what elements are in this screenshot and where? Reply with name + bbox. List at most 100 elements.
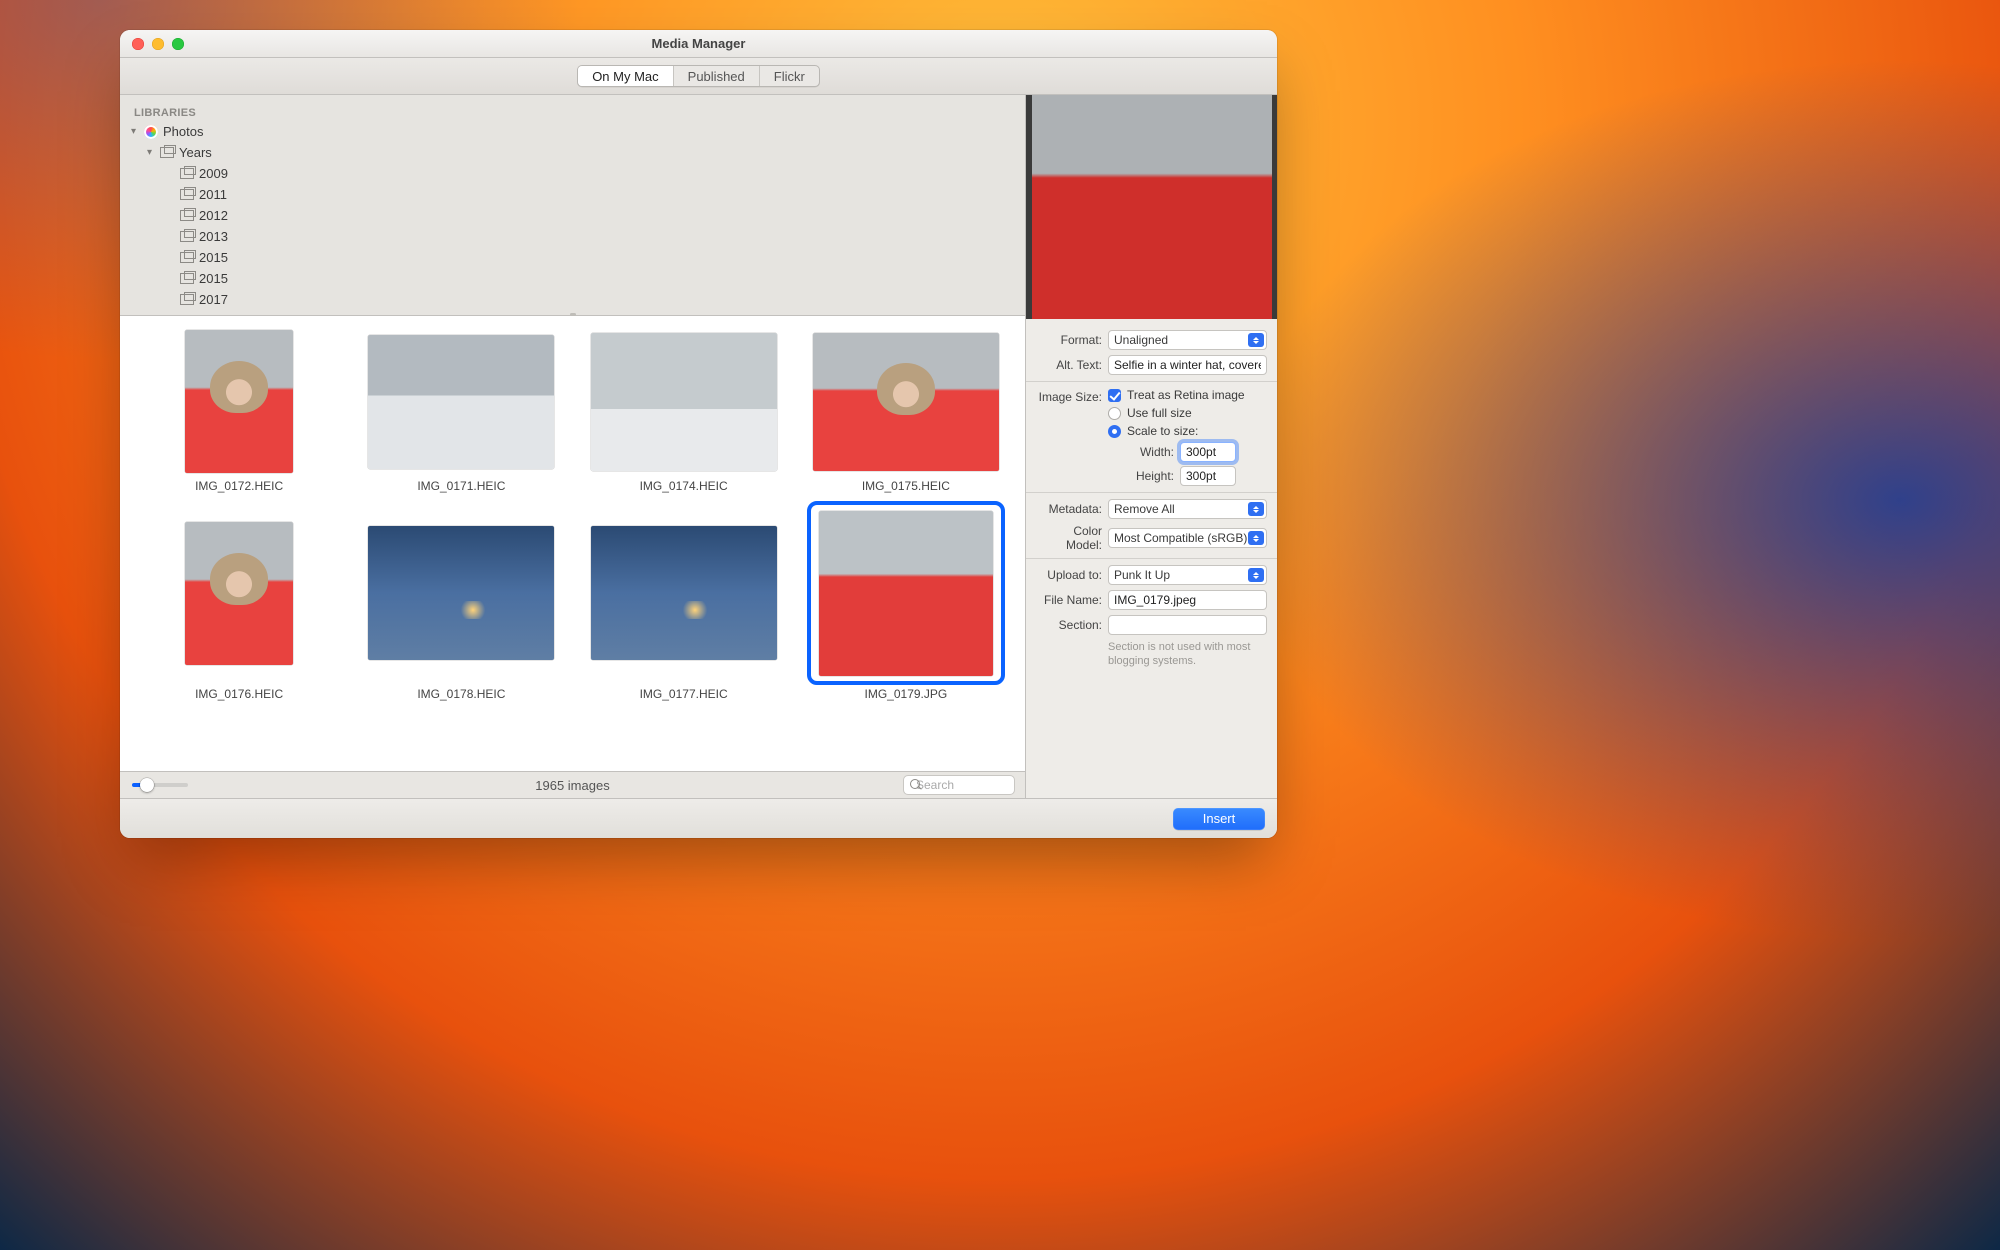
thumbnail-image: [819, 511, 993, 676]
tree-row-year[interactable]: 2012: [120, 205, 1025, 226]
thumbnail-cell[interactable]: IMG_0174.HEIC: [577, 330, 791, 493]
filename-field[interactable]: [1108, 590, 1267, 610]
zoom-slider[interactable]: [132, 783, 188, 787]
tab-flickr[interactable]: Flickr: [759, 66, 819, 86]
thumbnail-cell[interactable]: IMG_0172.HEIC: [132, 330, 346, 493]
thumbnail-cell[interactable]: IMG_0176.HEIC: [132, 505, 346, 701]
tree-row-year[interactable]: 2015: [120, 247, 1025, 268]
slider-knob[interactable]: [140, 778, 154, 792]
format-value: Unaligned: [1114, 333, 1168, 347]
format-select[interactable]: Unaligned: [1108, 330, 1267, 350]
full-size-label: Use full size: [1127, 406, 1192, 420]
thumbnail[interactable]: [589, 330, 779, 473]
thumbnail-image: [185, 522, 293, 665]
upload-to-select[interactable]: Punk It Up: [1108, 565, 1267, 585]
scale-label: Scale to size:: [1127, 424, 1198, 438]
tree-row-years[interactable]: ▾ Years: [120, 142, 1025, 163]
height-field[interactable]: [1180, 466, 1236, 486]
tree-label: 2015: [199, 271, 228, 286]
thumbnail-filename: IMG_0177.HEIC: [640, 687, 728, 701]
stack-icon: [179, 229, 195, 245]
thumbnail-filename: IMG_0171.HEIC: [417, 479, 505, 493]
search-field[interactable]: [903, 775, 1015, 795]
scale-radio[interactable]: [1108, 425, 1121, 438]
thumbnail-filename: IMG_0174.HEIC: [640, 479, 728, 493]
library-pane: LIBRARIES ▾ Photos ▾ Years 2009201120122…: [120, 95, 1025, 316]
tree-row-year[interactable]: 2017: [120, 289, 1025, 310]
thumbnail[interactable]: [811, 505, 1001, 681]
tree-row-year[interactable]: 2015: [120, 268, 1025, 289]
tab-on-my-mac[interactable]: On My Mac: [578, 66, 672, 86]
thumbnail-cell[interactable]: IMG_0177.HEIC: [577, 505, 791, 701]
filename-label: File Name:: [1036, 593, 1102, 607]
tab-published[interactable]: Published: [673, 66, 759, 86]
thumbnail[interactable]: [144, 330, 334, 473]
retina-checkbox-row[interactable]: Treat as Retina image: [1108, 388, 1267, 402]
width-label: Width:: [1126, 445, 1174, 459]
minimize-icon[interactable]: [152, 38, 164, 50]
search-input[interactable]: [914, 777, 1073, 793]
section-field[interactable]: [1108, 615, 1267, 635]
alt-text-field[interactable]: [1108, 355, 1267, 375]
full-size-radio[interactable]: [1108, 407, 1121, 420]
photos-app-icon: [143, 124, 159, 140]
thumbnail-filename: IMG_0172.HEIC: [195, 479, 283, 493]
inspector: Format: Unaligned Alt. Text:: [1025, 95, 1277, 798]
thumbnail[interactable]: [366, 330, 556, 473]
thumbnail-filename: IMG_0176.HEIC: [195, 687, 283, 701]
tree-label: Photos: [163, 124, 203, 139]
window: Media Manager On My MacPublishedFlickr L…: [120, 30, 1277, 838]
tree-label: 2015: [199, 250, 228, 265]
thumbnail[interactable]: [589, 505, 779, 681]
thumbnail-image: [591, 333, 777, 471]
status-count: 1965 images: [120, 778, 1025, 793]
thumbnail-cell[interactable]: IMG_0171.HEIC: [354, 330, 568, 493]
insert-button[interactable]: Insert: [1173, 808, 1265, 830]
color-model-select[interactable]: Most Compatible (sRGB): [1108, 528, 1267, 548]
stack-icon: [179, 271, 195, 287]
content: LIBRARIES ▾ Photos ▾ Years 2009201120122…: [120, 95, 1277, 798]
color-model-label: Color Model:: [1036, 524, 1102, 552]
thumbnail-scroll[interactable]: IMG_0172.HEIC IMG_0171.HEIC IMG_0174.HEIC I…: [120, 316, 1025, 771]
zoom-icon[interactable]: [172, 38, 184, 50]
toolbar: On My MacPublishedFlickr: [120, 58, 1277, 95]
thumbnail-image: [368, 526, 554, 660]
width-field[interactable]: [1180, 442, 1236, 462]
disclosure-icon[interactable]: ▾: [128, 126, 139, 137]
scale-radio-row[interactable]: Scale to size:: [1108, 424, 1267, 438]
tree-label: 2013: [199, 229, 228, 244]
tree-label: Years: [179, 145, 212, 160]
stack-icon: [179, 250, 195, 266]
chevron-updown-icon: [1248, 502, 1264, 516]
thumbnail[interactable]: [811, 330, 1001, 473]
source-tabs: On My MacPublishedFlickr: [577, 65, 820, 87]
thumbnail-grid: IMG_0172.HEIC IMG_0171.HEIC IMG_0174.HEIC I…: [120, 316, 1025, 709]
stack-icon: [179, 166, 195, 182]
stack-icon: [159, 145, 175, 161]
thumbnail-image: [813, 333, 999, 471]
retina-label: Treat as Retina image: [1127, 388, 1245, 402]
stack-icon: [179, 208, 195, 224]
tree-row-year[interactable]: 2009: [120, 163, 1025, 184]
chevron-updown-icon: [1248, 531, 1264, 545]
tree-label: 2011: [199, 187, 227, 202]
thumbnail[interactable]: [144, 505, 334, 681]
retina-checkbox[interactable]: [1108, 389, 1121, 402]
close-icon[interactable]: [132, 38, 144, 50]
tree-row-year[interactable]: 2013: [120, 226, 1025, 247]
full-size-radio-row[interactable]: Use full size: [1108, 406, 1267, 420]
tree-row-photos[interactable]: ▾ Photos: [120, 121, 1025, 142]
thumbnail-cell[interactable]: IMG_0178.HEIC: [354, 505, 568, 701]
tree-row-year[interactable]: 2011: [120, 184, 1025, 205]
inspector-preview: [1026, 95, 1277, 319]
thumbnail[interactable]: [366, 505, 556, 681]
inspector-form: Format: Unaligned Alt. Text:: [1026, 319, 1277, 669]
thumbnail-image: [185, 330, 293, 473]
browser-column: LIBRARIES ▾ Photos ▾ Years 2009201120122…: [120, 95, 1025, 798]
metadata-select[interactable]: Remove All: [1108, 499, 1267, 519]
thumbnail-cell[interactable]: IMG_0179.JPG: [799, 505, 1013, 701]
thumbnail-cell[interactable]: IMG_0175.HEIC: [799, 330, 1013, 493]
disclosure-icon[interactable]: ▾: [144, 147, 155, 158]
format-label: Format:: [1036, 333, 1102, 347]
status-bar: 1965 images: [120, 771, 1025, 798]
